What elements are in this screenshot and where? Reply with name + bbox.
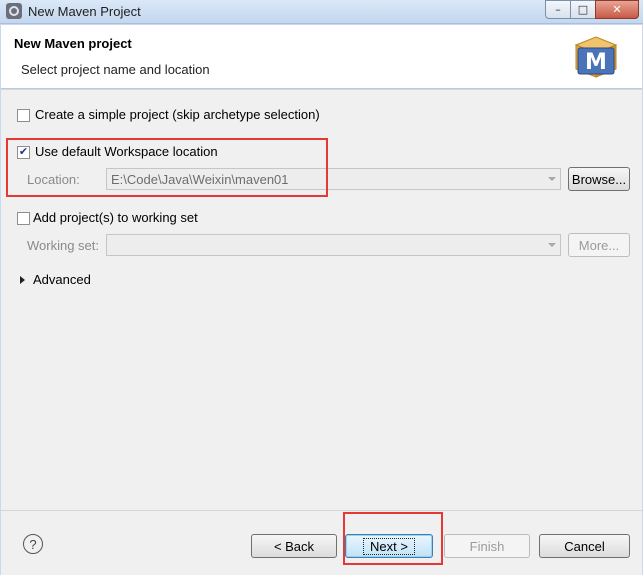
wizard-title: New Maven project (14, 36, 132, 51)
highlight-box-next (343, 512, 443, 565)
window-controls: – □ ✕ (545, 0, 639, 19)
highlight-box (6, 138, 328, 197)
maven-logo-icon: M (574, 36, 618, 78)
help-icon[interactable]: ? (23, 534, 43, 554)
working-set-label: Working set: (27, 238, 100, 253)
wizard-header: New Maven project Select project name an… (1, 25, 642, 89)
eclipse-app-icon (6, 3, 22, 19)
window-title: New Maven Project (28, 4, 141, 19)
wizard-body: Create a simple project (skip archetype … (1, 90, 642, 510)
browse-button[interactable]: Browse... (568, 167, 630, 191)
svg-text:M: M (585, 50, 607, 75)
combo-arrow-icon (548, 243, 556, 247)
working-set-checkbox[interactable] (17, 212, 30, 225)
close-button[interactable]: ✕ (595, 0, 639, 19)
title-bar: New Maven Project – □ ✕ (0, 0, 643, 24)
back-button[interactable]: < Back (251, 534, 337, 558)
wizard-subtitle: Select project name and location (21, 62, 210, 77)
combo-arrow-icon (548, 177, 556, 181)
more-button[interactable]: More... (568, 233, 630, 257)
working-set-combo[interactable] (106, 234, 561, 256)
wizard-footer: ? < Back Next > Finish Cancel (1, 510, 642, 575)
maximize-button[interactable]: □ (570, 0, 596, 19)
minimize-button[interactable]: – (545, 0, 571, 19)
advanced-toggle[interactable]: Advanced (33, 272, 91, 287)
expand-triangle-icon[interactable] (20, 276, 25, 284)
simple-project-checkbox[interactable] (17, 109, 30, 122)
working-set-check-label[interactable]: Add project(s) to working set (33, 210, 198, 225)
finish-button[interactable]: Finish (444, 534, 530, 558)
cancel-button[interactable]: Cancel (539, 534, 630, 558)
simple-project-label[interactable]: Create a simple project (skip archetype … (35, 107, 320, 122)
